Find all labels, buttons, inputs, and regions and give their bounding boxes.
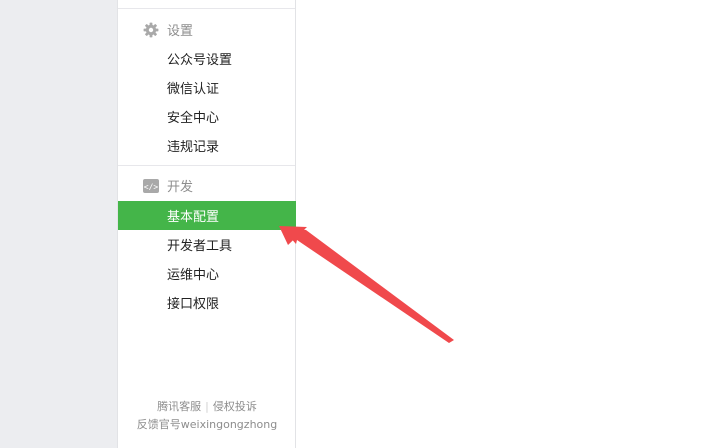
sidebar-item-label: 基本配置 — [167, 210, 220, 225]
section-header-develop: </> 开发 — [118, 171, 295, 200]
sidebar-divider — [118, 165, 295, 166]
sidebar-item-label: 接口权限 — [167, 297, 220, 312]
section-header-settings: 设置 — [118, 15, 295, 44]
sidebar-item-ops-center[interactable]: 运维中心 — [118, 259, 296, 288]
sidebar-item-label: 微信认证 — [167, 82, 220, 97]
sidebar-item-label: 运维中心 — [167, 268, 220, 283]
sidebar-item-security-center[interactable]: 安全中心 — [118, 102, 296, 131]
sidebar-item-basic-config[interactable]: 基本配置 — [118, 201, 296, 230]
sidebar-item-account-settings[interactable]: 公众号设置 — [118, 44, 296, 73]
sidebar-item-label: 公众号设置 — [167, 53, 233, 68]
sidebar-footer-links: 腾讯客服 | 侵权投诉 — [118, 398, 296, 414]
infringement-complaint-link[interactable]: 侵权投诉 — [213, 400, 257, 413]
page-background-gutter — [0, 0, 117, 448]
code-icon: </> — [143, 178, 159, 194]
tencent-service-link[interactable]: 腾讯客服 — [157, 400, 201, 413]
section-title-settings: 设置 — [167, 24, 194, 39]
gear-icon — [143, 22, 159, 38]
sidebar-item-label: 开发者工具 — [167, 239, 233, 254]
sidebar-item-api-permissions[interactable]: 接口权限 — [118, 288, 296, 317]
footer-separator: | — [205, 400, 209, 413]
sidebar-item-wechat-verification[interactable]: 微信认证 — [118, 73, 296, 102]
sidebar-item-label: 违规记录 — [167, 140, 220, 155]
sidebar-footer-feedback: 反馈官号weixingongzhong — [136, 418, 278, 431]
sidebar-menu: 设置 公众号设置 微信认证 安全中心 违规记录 </> 开发 基本配置 开发者工… — [117, 0, 296, 448]
svg-text:</>: </> — [144, 182, 159, 191]
sidebar-item-developer-tools[interactable]: 开发者工具 — [118, 230, 296, 259]
sidebar-item-label: 安全中心 — [167, 111, 220, 126]
section-title-develop: 开发 — [167, 180, 194, 195]
sidebar-item-violation-records[interactable]: 违规记录 — [118, 131, 296, 160]
sidebar-divider — [118, 8, 295, 9]
